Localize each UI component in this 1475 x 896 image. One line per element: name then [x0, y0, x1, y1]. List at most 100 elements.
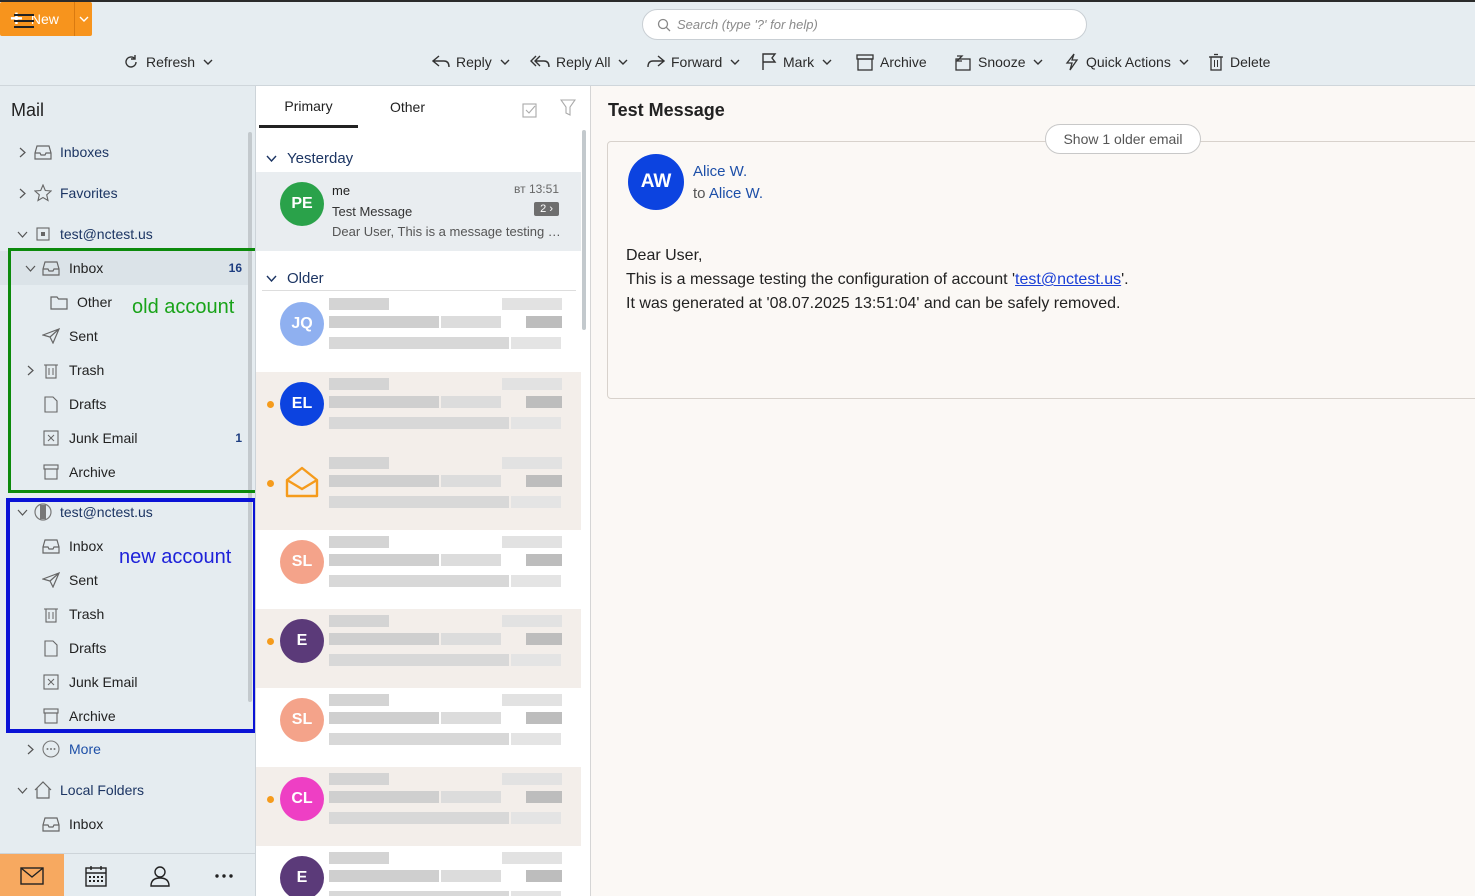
- blurred-content: [511, 496, 561, 508]
- message-item[interactable]: SL: [256, 688, 581, 767]
- archive-icon: [41, 462, 61, 482]
- message-item[interactable]: CL: [256, 767, 581, 846]
- mark-label: Mark: [783, 54, 815, 70]
- sidebar-item-label: Archive: [69, 464, 116, 480]
- filter-icon[interactable]: [560, 99, 576, 117]
- blurred-content: [329, 337, 509, 349]
- new-label: New: [30, 11, 59, 27]
- message-item[interactable]: SL: [256, 530, 581, 609]
- avatar: EL: [280, 382, 324, 426]
- sidebar-account-old[interactable]: test@nctest.us: [0, 217, 248, 251]
- blurred-content: [502, 773, 562, 785]
- mail-nav-button[interactable]: [0, 854, 64, 896]
- recipient-line: to Alice W.: [693, 185, 763, 202]
- chevron-right-icon[interactable]: [24, 744, 36, 755]
- inbox-icon: [41, 814, 61, 834]
- blurred-content: [329, 870, 439, 882]
- blurred-content: [511, 654, 561, 666]
- chevron-down-icon[interactable]: [16, 787, 28, 794]
- message-item[interactable]: [256, 451, 581, 530]
- tab-other[interactable]: Other: [358, 86, 457, 128]
- sidebar-item-inbox[interactable]: Inbox 16: [0, 251, 248, 285]
- menu-icon[interactable]: [14, 14, 34, 30]
- new-dropdown-button[interactable]: [74, 2, 92, 36]
- chevron-down-icon[interactable]: [730, 59, 740, 65]
- forward-button[interactable]: Forward: [647, 46, 740, 78]
- delete-button[interactable]: Delete: [1208, 46, 1270, 78]
- chevron-right-icon[interactable]: [16, 147, 28, 158]
- message-item[interactable]: E: [256, 609, 581, 688]
- chevron-down-icon[interactable]: [1179, 59, 1189, 65]
- refresh-button[interactable]: Refresh: [122, 46, 213, 78]
- chevron-down-icon[interactable]: [16, 509, 28, 516]
- reply-all-button[interactable]: Reply All: [530, 46, 628, 78]
- sidebar-item-drafts[interactable]: Drafts: [0, 387, 248, 421]
- sender-name[interactable]: Alice W.: [693, 163, 747, 180]
- send-icon: [41, 570, 61, 590]
- sidebar-item-inbox[interactable]: Inbox: [0, 807, 248, 841]
- chevron-right-icon[interactable]: [24, 365, 36, 376]
- sidebar-item-archive[interactable]: Archive: [0, 699, 248, 733]
- new-button-main[interactable]: + New: [0, 2, 74, 36]
- recipient-name[interactable]: Alice W.: [709, 185, 763, 202]
- tab-primary[interactable]: Primary: [259, 86, 358, 128]
- sidebar-item-junk[interactable]: Junk Email: [0, 665, 248, 699]
- sidebar-item-label: Drafts: [69, 396, 107, 412]
- sidebar-item-archive[interactable]: Archive: [0, 455, 248, 489]
- show-older-email-button[interactable]: Show 1 older email: [1045, 124, 1201, 154]
- reading-pane: Test Message AW Alice W. to Alice W. Dea…: [591, 86, 1475, 896]
- sidebar-local-folders[interactable]: Local Folders: [0, 773, 248, 807]
- group-header-older[interactable]: Older: [266, 266, 576, 290]
- account-label: test@nctest.us: [60, 226, 153, 242]
- archive-icon: [41, 706, 61, 726]
- message-item-selected[interactable]: PE me вт 13:51 Test Message 2 › Dear Use…: [256, 172, 581, 251]
- account-link[interactable]: test@nctest.us: [1015, 271, 1121, 288]
- message-item[interactable]: EL: [256, 372, 581, 451]
- chevron-down-icon[interactable]: [500, 59, 510, 65]
- delete-label: Delete: [1230, 54, 1271, 70]
- chevron-down-icon[interactable]: [822, 59, 832, 65]
- blurred-content: [502, 457, 562, 469]
- message-item[interactable]: JQ: [256, 292, 581, 371]
- list-scrollbar[interactable]: [582, 130, 586, 330]
- quick-actions-button[interactable]: Quick Actions: [1064, 46, 1189, 78]
- sidebar-item-trash[interactable]: Trash: [0, 597, 248, 631]
- sidebar-item-junk[interactable]: Junk Email 1: [0, 421, 248, 455]
- blurred-content: [329, 417, 509, 429]
- sidebar-item-label: Other: [77, 294, 113, 310]
- sidebar-item-trash[interactable]: Trash: [0, 353, 248, 387]
- sidebar-account-new[interactable]: test@nctest.us: [0, 495, 248, 529]
- snooze-button[interactable]: Snooze: [954, 46, 1043, 78]
- chevron-down-icon[interactable]: [1033, 59, 1043, 65]
- search-box[interactable]: [642, 9, 1087, 40]
- more-icon: [41, 739, 61, 759]
- message-card: AW Alice W. to Alice W. Dear User, This …: [607, 141, 1475, 399]
- sidebar-item-sent[interactable]: Sent: [0, 319, 248, 353]
- message-item[interactable]: E: [256, 846, 581, 896]
- sidebar-item-inboxes[interactable]: Inboxes: [0, 135, 248, 169]
- sidebar-item-more[interactable]: More: [0, 732, 248, 766]
- contacts-nav-button[interactable]: [128, 854, 192, 896]
- group-header-yesterday[interactable]: Yesterday: [266, 146, 576, 170]
- chevron-down-icon[interactable]: [16, 231, 28, 238]
- select-all-icon[interactable]: [522, 100, 540, 118]
- more-nav-button[interactable]: [192, 854, 255, 896]
- archive-button[interactable]: Archive: [856, 46, 927, 78]
- chevron-right-icon[interactable]: [16, 188, 28, 199]
- sidebar-scrollbar[interactable]: [248, 132, 252, 702]
- sidebar-item-drafts[interactable]: Drafts: [0, 631, 248, 665]
- sidebar-item-favorites[interactable]: Favorites: [0, 176, 248, 210]
- reply-button[interactable]: Reply: [432, 46, 510, 78]
- message-list: Primary Other Yesterday PE me вт 13:51 T…: [256, 86, 591, 896]
- mark-button[interactable]: Mark: [761, 46, 832, 78]
- new-account-annotation: new account: [119, 546, 232, 568]
- blurred-content: [329, 475, 439, 487]
- chevron-down-icon[interactable]: [618, 59, 628, 65]
- sidebar-item-label: Drafts: [69, 640, 107, 656]
- search-input[interactable]: [677, 17, 1057, 32]
- bottom-nav: [0, 853, 255, 896]
- calendar-nav-button[interactable]: [64, 854, 128, 896]
- chevron-down-icon[interactable]: [24, 265, 36, 272]
- thread-count-badge[interactable]: 2 ›: [534, 202, 559, 216]
- chevron-down-icon[interactable]: [203, 59, 213, 65]
